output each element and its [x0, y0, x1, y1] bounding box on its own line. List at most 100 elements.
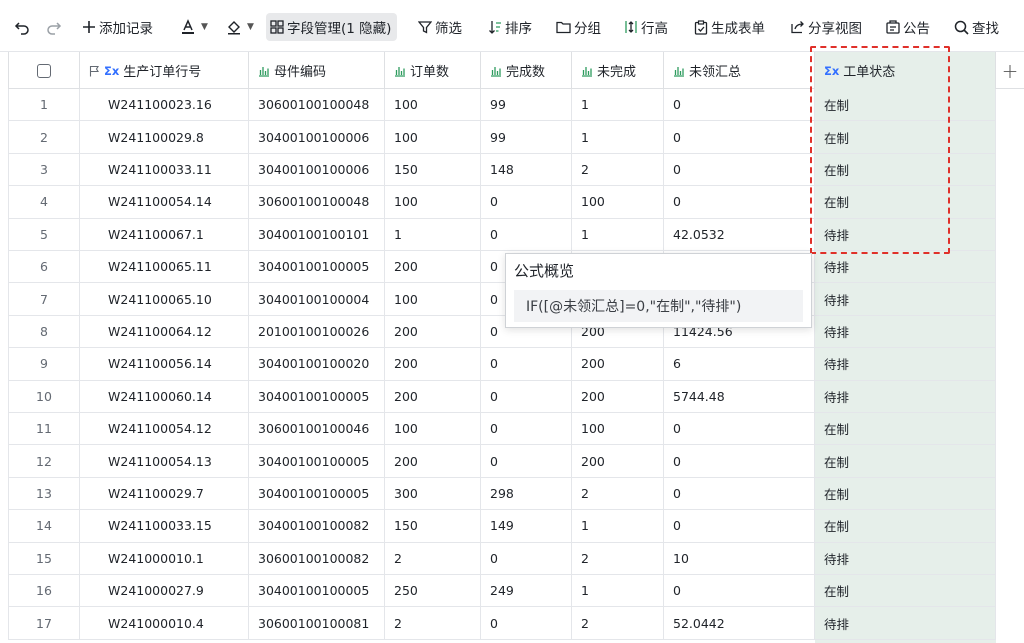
- order-line-cell[interactable]: W241100033.15: [80, 510, 249, 542]
- undone-cell[interactable]: 1: [572, 510, 664, 542]
- order-qty-cell[interactable]: 200: [385, 251, 481, 283]
- status-cell[interactable]: 待排: [815, 607, 996, 639]
- unclaimed-cell[interactable]: 0: [664, 477, 815, 510]
- order-line-cell[interactable]: W241100054.13: [80, 445, 249, 477]
- column-header-order-qty[interactable]: 订单数: [385, 52, 481, 89]
- unclaimed-cell[interactable]: 0: [664, 89, 815, 121]
- parent-code-cell[interactable]: 30400100100005: [249, 445, 385, 477]
- unclaimed-cell[interactable]: 42.0532: [664, 218, 815, 250]
- order-line-cell[interactable]: W241100065.10: [80, 283, 249, 315]
- parent-code-cell[interactable]: 30400100100004: [249, 283, 385, 315]
- undone-cell[interactable]: 1: [572, 121, 664, 153]
- status-cell[interactable]: 待排: [815, 542, 996, 574]
- undone-cell[interactable]: 2: [572, 153, 664, 186]
- undone-cell[interactable]: 2: [572, 607, 664, 639]
- table-row[interactable]: 14 W241100033.15 30400100100082 150 149 1 0 在制: [8, 510, 996, 543]
- unclaimed-cell[interactable]: 52.0442: [664, 607, 815, 639]
- order-qty-cell[interactable]: 2: [385, 607, 481, 639]
- done-qty-cell[interactable]: 0: [481, 607, 572, 639]
- add-column-button[interactable]: +: [996, 52, 1024, 89]
- order-qty-cell[interactable]: 200: [385, 445, 481, 477]
- unclaimed-cell[interactable]: 5744.48: [664, 380, 815, 412]
- table-row[interactable]: 8 W241100064.12 20100100100026 200 0 200 11424…: [8, 315, 996, 349]
- field-manage-button[interactable]: 字段管理(1 隐藏): [266, 13, 398, 41]
- parent-code-cell[interactable]: 30400100100005: [249, 575, 385, 607]
- order-line-cell[interactable]: W241100023.16: [80, 89, 249, 121]
- table-row[interactable]: 2 W241100029.8 30400100100006 100 99 1 0 在制: [8, 121, 996, 154]
- table-row[interactable]: 16 W241000027.9 30400100100005 250 249 1 0 在制: [8, 575, 996, 608]
- parent-code-cell[interactable]: 30600100100048: [249, 186, 385, 218]
- status-cell[interactable]: 待排: [815, 348, 996, 380]
- table-row[interactable]: 6 W241100065.11 30400100100005 200 0 待排: [8, 251, 996, 284]
- notice-button[interactable]: 公告: [882, 13, 934, 41]
- unclaimed-cell[interactable]: 0: [664, 510, 815, 542]
- done-qty-cell[interactable]: 149: [481, 510, 572, 542]
- table-row[interactable]: 3 W241100033.11 30400100100006 150 148 2 0 在制: [8, 153, 996, 187]
- parent-code-cell[interactable]: 30400100100101: [249, 218, 385, 250]
- order-line-cell[interactable]: W241100056.14: [80, 348, 249, 380]
- select-all-checkbox[interactable]: [37, 63, 51, 78]
- order-qty-cell[interactable]: 2: [385, 542, 481, 574]
- undone-cell[interactable]: 100: [572, 186, 664, 218]
- done-qty-cell[interactable]: 0: [481, 186, 572, 218]
- unclaimed-cell[interactable]: 0: [664, 121, 815, 153]
- unclaimed-cell[interactable]: 10: [664, 542, 815, 574]
- status-cell[interactable]: 在制: [815, 121, 996, 153]
- unclaimed-cell[interactable]: 0: [664, 413, 815, 445]
- order-line-cell[interactable]: W241000010.4: [80, 607, 249, 639]
- unclaimed-cell[interactable]: 0: [664, 575, 815, 607]
- status-cell[interactable]: 在制: [815, 445, 996, 477]
- undone-cell[interactable]: 1: [572, 218, 664, 250]
- row-height-button[interactable]: 行高: [620, 13, 672, 41]
- unclaimed-cell[interactable]: 6: [664, 348, 815, 380]
- redo-button[interactable]: [42, 13, 66, 41]
- done-qty-cell[interactable]: 99: [481, 89, 572, 121]
- status-cell[interactable]: 待排: [815, 380, 996, 412]
- undone-cell[interactable]: 200: [572, 445, 664, 477]
- table-row[interactable]: 13 W241100029.7 30400100100005 300 298 2 0 在制: [8, 477, 996, 511]
- status-cell[interactable]: 在制: [815, 89, 996, 121]
- undone-cell[interactable]: 2: [572, 542, 664, 574]
- order-qty-cell[interactable]: 100: [385, 283, 481, 315]
- order-qty-cell[interactable]: 200: [385, 315, 481, 348]
- parent-code-cell[interactable]: 30400100100006: [249, 121, 385, 153]
- text-color-button[interactable]: ▼: [176, 13, 212, 41]
- done-qty-cell[interactable]: 298: [481, 477, 572, 510]
- status-cell[interactable]: 在制: [815, 186, 996, 218]
- order-qty-cell[interactable]: 150: [385, 153, 481, 186]
- order-line-cell[interactable]: W241100029.8: [80, 121, 249, 153]
- share-view-button[interactable]: 分享视图: [786, 13, 866, 41]
- table-row[interactable]: 12 W241100054.13 30400100100005 200 0 200 0 在制: [8, 445, 996, 478]
- order-qty-cell[interactable]: 100: [385, 186, 481, 218]
- order-line-cell[interactable]: W241100054.14: [80, 186, 249, 218]
- done-qty-cell[interactable]: 249: [481, 575, 572, 607]
- order-qty-cell[interactable]: 150: [385, 510, 481, 542]
- sort-button[interactable]: 排序: [484, 13, 536, 41]
- status-cell[interactable]: 在制: [815, 153, 996, 186]
- table-row[interactable]: 9 W241100056.14 30400100100020 200 0 200 6 待排: [8, 348, 996, 381]
- table-row[interactable]: 17 W241000010.4 30600100100081 2 0 2 52.0442 待排: [8, 607, 996, 640]
- parent-code-cell[interactable]: 30600100100081: [249, 607, 385, 639]
- parent-code-cell[interactable]: 30600100100046: [249, 413, 385, 445]
- search-button[interactable]: 查找: [950, 13, 1003, 41]
- column-header-done-qty[interactable]: 完成数: [481, 52, 572, 89]
- table-row[interactable]: 10 W241100060.14 30400100100005 200 0 200 5744…: [8, 380, 996, 413]
- status-cell[interactable]: 在制: [815, 510, 996, 542]
- order-line-cell[interactable]: W241100029.7: [80, 477, 249, 510]
- filter-button[interactable]: 筛选: [414, 13, 466, 41]
- order-line-cell[interactable]: W241100065.11: [80, 251, 249, 283]
- status-cell[interactable]: 待排: [815, 283, 996, 315]
- order-qty-cell[interactable]: 100: [385, 89, 481, 121]
- table-row[interactable]: 1 W241100023.16 30600100100048 100 99 1 0 在制: [8, 89, 996, 122]
- order-line-cell[interactable]: W241100064.12: [80, 315, 249, 348]
- column-header-parent-code[interactable]: 母件编码: [249, 52, 385, 89]
- order-qty-cell[interactable]: 200: [385, 348, 481, 380]
- undone-cell[interactable]: 1: [572, 89, 664, 121]
- done-qty-cell[interactable]: 0: [481, 542, 572, 574]
- status-cell[interactable]: 待排: [815, 315, 996, 348]
- column-header-status[interactable]: Σx 工单状态: [815, 52, 996, 89]
- fill-color-button[interactable]: ▼: [222, 13, 258, 41]
- status-cell[interactable]: 待排: [815, 251, 996, 283]
- parent-code-cell[interactable]: 30400100100020: [249, 348, 385, 380]
- unclaimed-cell[interactable]: 0: [664, 186, 815, 218]
